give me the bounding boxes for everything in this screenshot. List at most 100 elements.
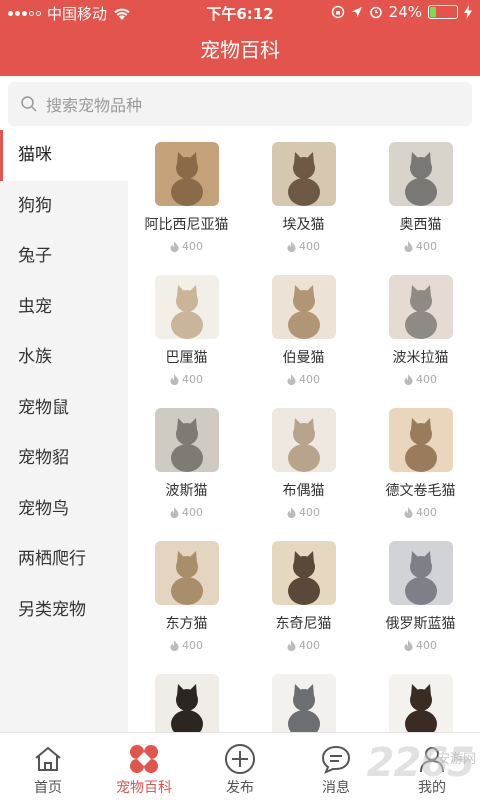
cat-photo-icon [388,541,453,605]
breed-popularity: 400 [362,506,479,519]
flame-icon [170,640,179,651]
cat-photo-icon [271,674,336,732]
sidebar-item-rabbits[interactable]: 兔子 [0,231,128,282]
flame-icon [287,640,296,651]
sidebar-item-dogs[interactable]: 狗狗 [0,181,128,232]
breed-photo [154,275,219,339]
breed-popularity: 400 [128,373,245,386]
breed-photo [388,142,453,206]
breed-popularity-count: 400 [416,639,437,652]
breed-popularity-count: 400 [416,373,437,386]
cat-photo-icon [388,408,453,472]
tab-publish[interactable]: 发布 [192,733,288,800]
breed-card[interactable] [128,662,245,732]
rotation-lock-icon [331,5,344,19]
breed-name: 巴厘猫 [165,350,208,366]
battery-percent: 24% [388,3,422,21]
flame-icon [287,374,296,385]
search-icon [21,96,37,112]
breed-card[interactable]: 东方猫 400 [128,529,245,662]
breed-card[interactable]: 伯曼猫 400 [245,263,362,396]
breed-card[interactable] [362,662,479,732]
flame-icon [170,374,179,385]
breed-name: 波斯猫 [165,483,208,499]
sidebar-item-birds[interactable]: 宠物鸟 [0,484,128,535]
tab-pet-encyclopedia[interactable]: 宠物百科 [96,733,192,800]
sidebar-item-ferrets[interactable]: 宠物貂 [0,433,128,484]
breed-card[interactable]: 奥西猫 400 [362,130,479,263]
tab-home[interactable]: 首页 [0,733,96,800]
breed-popularity-count: 400 [299,506,320,519]
tab-publish-label: 发布 [226,780,254,796]
breed-photo [271,674,336,732]
breed-card[interactable]: 阿比西尼亚猫 400 [128,130,245,263]
breed-popularity: 400 [128,240,245,253]
breed-popularity-count: 400 [299,240,320,253]
search-input[interactable]: 搜索宠物品种 [8,82,472,126]
watermark-site-name: 安游网 [436,752,476,767]
breed-popularity-count: 400 [416,506,437,519]
tab-home-label: 首页 [34,780,62,796]
cat-photo-icon [388,674,453,732]
tab-pet-encyclopedia-label: 宠物百科 [116,780,172,796]
breed-card[interactable]: 波斯猫 400 [128,396,245,529]
breed-popularity: 400 [245,639,362,652]
cat-photo-icon [154,541,219,605]
breed-popularity: 400 [362,373,479,386]
breed-card[interactable]: 波米拉猫 400 [362,263,479,396]
breed-popularity-count: 400 [182,506,203,519]
location-icon [351,7,362,17]
cat-photo-icon [388,142,453,206]
pet-encyclopedia-icon [130,745,158,773]
sidebar-item-cats[interactable]: 猫咪 [0,130,128,181]
cat-photo-icon [154,674,219,732]
flame-icon [404,507,413,518]
breed-photo [388,408,453,472]
category-sidebar: 猫咪 狗狗 兔子 虫宠 水族 宠物鼠 宠物貂 宠物鸟 两栖爬行 另类宠物 [0,130,128,732]
home-icon [35,746,61,771]
breed-photo [154,408,219,472]
breed-name: 阿比西尼亚猫 [144,217,229,233]
status-right: 24% [331,3,472,21]
breed-photo [271,142,336,206]
breed-photo [154,674,219,732]
breed-name: 俄罗斯蓝猫 [385,616,456,632]
breed-popularity: 400 [362,240,479,253]
breed-popularity-count: 400 [182,639,203,652]
breed-card[interactable]: 布偶猫 400 [245,396,362,529]
breed-popularity: 400 [128,506,245,519]
breed-card[interactable]: 东奇尼猫 400 [245,529,362,662]
breed-popularity-count: 400 [299,639,320,652]
breed-name: 波米拉猫 [392,350,449,366]
sidebar-item-aquatic[interactable]: 水族 [0,332,128,383]
sidebar-item-rodents[interactable]: 宠物鼠 [0,383,128,434]
breed-popularity-count: 400 [182,373,203,386]
breed-card[interactable]: 俄罗斯蓝猫 400 [362,529,479,662]
breed-popularity-count: 400 [416,240,437,253]
breed-card[interactable] [245,662,362,732]
breed-card[interactable]: 埃及猫 400 [245,130,362,263]
page-title: 宠物百科 [0,26,480,76]
cat-photo-icon [271,408,336,472]
breed-name: 伯曼猫 [282,350,325,366]
cat-photo-icon [271,275,336,339]
search-placeholder: 搜索宠物品种 [46,96,143,115]
flame-icon [404,374,413,385]
breed-grid: 阿比西尼亚猫 400 埃及猫 400 奥西猫 400 巴厘猫 400 伯曼猫 400 波米拉猫 400… [128,130,480,732]
sidebar-item-insects[interactable]: 虫宠 [0,282,128,333]
breed-photo [388,674,453,732]
breed-card[interactable]: 巴厘猫 400 [128,263,245,396]
breed-name: 埃及猫 [282,217,325,233]
cat-photo-icon [271,142,336,206]
breed-card[interactable]: 德文卷毛猫 400 [362,396,479,529]
cat-photo-icon [271,541,336,605]
cat-photo-icon [388,275,453,339]
sidebar-item-exotic[interactable]: 另类宠物 [0,585,128,636]
sidebar-item-reptiles[interactable]: 两栖爬行 [0,534,128,585]
breed-popularity: 400 [245,240,362,253]
breed-popularity: 400 [245,373,362,386]
breed-photo [271,408,336,472]
cat-photo-icon [154,408,219,472]
breed-name: 奥西猫 [399,217,442,233]
flame-icon [170,507,179,518]
